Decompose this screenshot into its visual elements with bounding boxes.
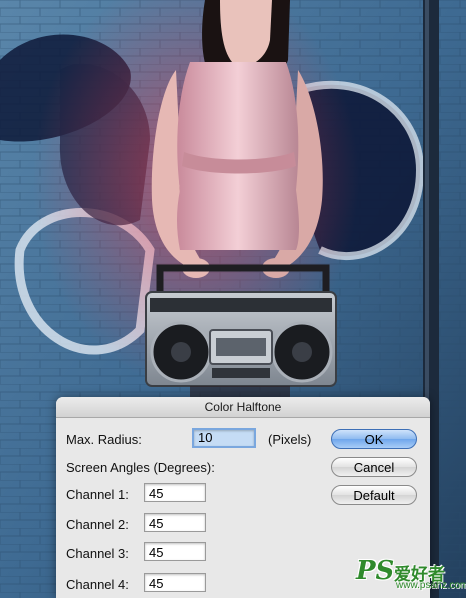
channel-4-label: Channel 4: <box>66 577 129 592</box>
default-button[interactable]: Default <box>331 485 417 505</box>
ok-button[interactable]: OK <box>331 429 417 449</box>
channel-3-label: Channel 3: <box>66 546 129 561</box>
dialog-title: Color Halftone <box>56 397 430 418</box>
channel-2-input[interactable]: 45 <box>144 513 206 532</box>
max-radius-label: Max. Radius: <box>66 432 142 447</box>
channel-3-input[interactable]: 45 <box>144 542 206 561</box>
watermark-logo: PS <box>356 556 395 586</box>
max-radius-unit: (Pixels) <box>268 432 312 447</box>
channel-2-label: Channel 2: <box>66 517 129 532</box>
max-radius-input[interactable]: 10 <box>192 428 256 448</box>
cancel-button[interactable]: Cancel <box>331 457 417 477</box>
watermark-url: www.psahz.com <box>396 580 466 591</box>
channel-4-input[interactable]: 45 <box>144 573 206 592</box>
channel-1-label: Channel 1: <box>66 487 129 502</box>
screenshot-stage: Color Halftone Max. Radius: 10 (Pixels) … <box>0 0 466 598</box>
site-watermark: PS 爱好者 www.psahz.com <box>356 556 466 594</box>
screen-angles-label: Screen Angles (Degrees): <box>66 460 215 475</box>
channel-1-input[interactable]: 45 <box>144 483 206 502</box>
